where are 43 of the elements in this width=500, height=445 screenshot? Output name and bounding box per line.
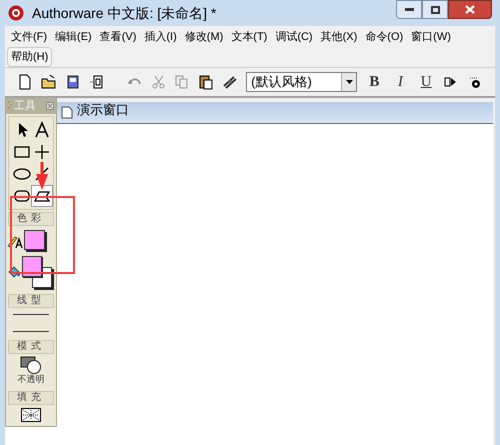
menu-item[interactable]: 窗口(W) <box>407 27 455 47</box>
bold-button[interactable]: B <box>365 70 384 94</box>
window-title: Authorware 中文版: [未命名] * <box>32 4 216 23</box>
grip-icon[interactable] <box>8 100 12 112</box>
section-label: 线型 <box>8 294 54 308</box>
mode-label: 不透明 <box>18 374 44 384</box>
menu-item[interactable]: 文件(F) <box>7 27 52 47</box>
close-icon <box>465 5 475 14</box>
section-label: 色彩 <box>8 212 54 226</box>
minimize-button[interactable] <box>396 0 422 19</box>
italic-button[interactable]: I <box>391 70 410 94</box>
menu-item[interactable]: 文本(T) <box>227 27 272 47</box>
close-button[interactable] <box>448 0 492 19</box>
paint-bucket-icon[interactable] <box>7 264 21 280</box>
save-stack-icon[interactable] <box>64 74 81 90</box>
annotation-arrow <box>36 162 48 190</box>
menu-item[interactable]: 插入(I) <box>140 27 181 47</box>
menu-item[interactable]: 帮助(H) <box>7 47 52 67</box>
palette-title: 工具 <box>14 100 36 112</box>
text-color-swatch[interactable] <box>24 230 45 250</box>
menu-item[interactable]: 其他(X) <box>316 27 362 47</box>
open-folder-icon[interactable] <box>40 74 57 90</box>
maximize-button[interactable] <box>422 0 448 19</box>
menu-item[interactable]: 修改(M) <box>180 27 228 47</box>
style-dropdown[interactable]: (默认风格) <box>246 72 358 92</box>
menu-item[interactable]: 调试(C) <box>271 27 317 47</box>
close-icon[interactable] <box>46 102 54 110</box>
app-logo-icon <box>8 5 24 21</box>
opaque-mode-icon[interactable] <box>20 356 42 374</box>
new-document-icon[interactable] <box>17 74 33 90</box>
section-label: 填充 <box>8 391 54 405</box>
paste-icon[interactable] <box>198 74 214 90</box>
cross-icon[interactable] <box>32 142 52 162</box>
section-label: 模式 <box>8 340 54 354</box>
caret-icon <box>346 80 353 84</box>
window-title: 演示窗口 <box>77 103 129 116</box>
menu-item[interactable]: 命令(O) <box>361 27 408 47</box>
document-icon <box>61 106 73 119</box>
fill-pattern-icon[interactable] <box>21 408 41 422</box>
foreground-color-swatch[interactable] <box>22 256 42 277</box>
menu-item[interactable]: 编辑(E) <box>51 27 96 47</box>
menu-item[interactable]: 查看(V) <box>96 27 140 47</box>
underline-button[interactable]: U <box>417 70 436 94</box>
